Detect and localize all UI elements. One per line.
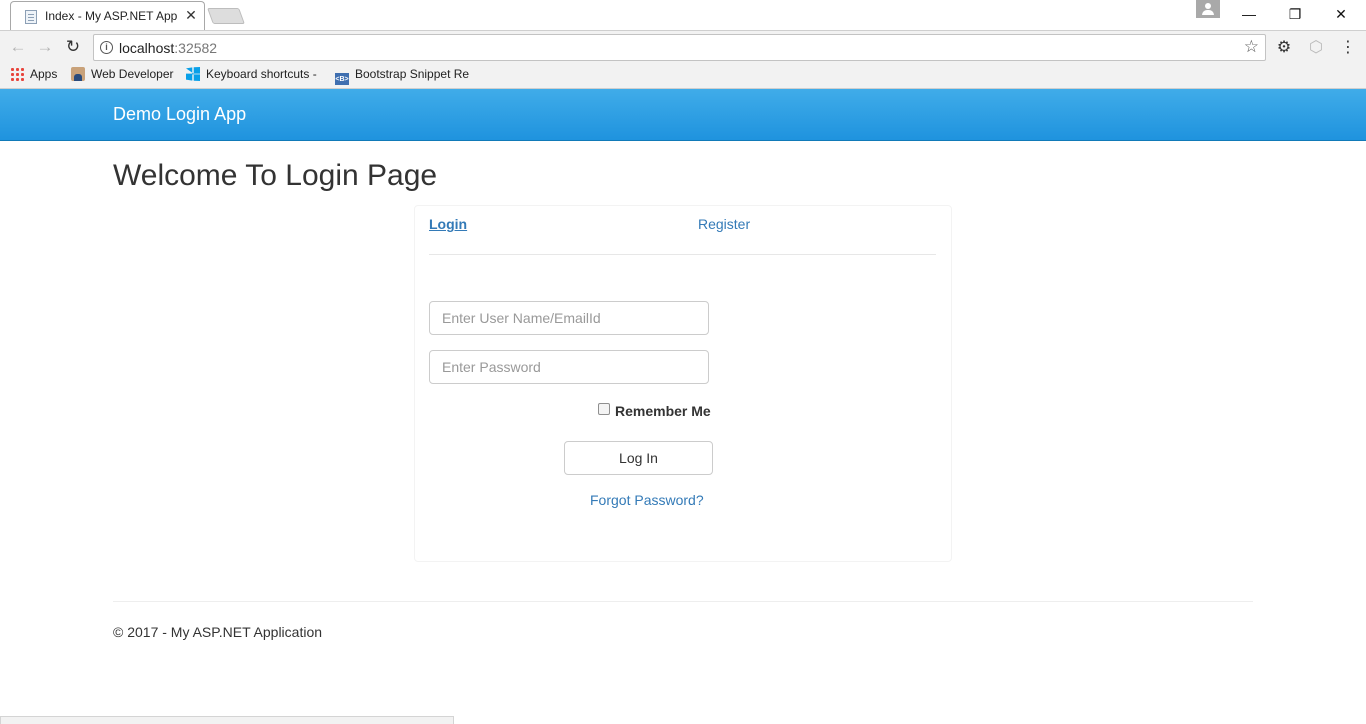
restore-button[interactable]: ❐	[1272, 0, 1318, 28]
address-bar[interactable]: i localhost:32582 ☆	[93, 34, 1266, 61]
bookmark-star-icon[interactable]: ☆	[1244, 37, 1259, 57]
bootstrap-icon: <B>	[335, 73, 349, 85]
minimize-button[interactable]: —	[1226, 0, 1272, 28]
login-button[interactable]: Log In	[564, 441, 713, 475]
bookmark-web-developer[interactable]: Web Developer	[71, 67, 174, 85]
settings-gear-icon[interactable]: ⚙	[1274, 38, 1294, 58]
browser-tab[interactable]: Index - My ASP.NET Appl ✕	[10, 1, 205, 30]
back-arrow-icon[interactable]: ←	[8, 37, 28, 57]
site-navbar: Demo Login App	[0, 89, 1366, 141]
tab-title: Index - My ASP.NET Appl	[45, 9, 177, 23]
extension-icon[interactable]: ⬡	[1306, 38, 1326, 58]
forward-arrow-icon[interactable]: →	[35, 37, 55, 57]
browser-toolbar: ← → ↻ i localhost:32582 ☆ ⚙ ⬡ ⋮	[0, 30, 1366, 63]
url-text: localhost:32582	[119, 40, 218, 56]
tab-close-icon[interactable]: ✕	[183, 7, 199, 23]
navbar-brand[interactable]: Demo Login App	[113, 104, 246, 125]
tab-divider	[429, 254, 936, 255]
web-developer-icon	[71, 67, 85, 81]
bookmark-apps[interactable]: Apps	[10, 67, 57, 85]
footer-copyright: © 2017 - My ASP.NET Application	[113, 624, 323, 640]
remember-me-checkbox[interactable]	[598, 403, 610, 415]
browser-status-bar	[0, 716, 454, 724]
remember-me-label: Remember Me	[615, 403, 711, 419]
tab-login[interactable]: Login	[429, 216, 467, 232]
footer-divider	[113, 601, 1253, 602]
page-favicon-icon	[25, 10, 37, 24]
site-info-icon[interactable]: i	[100, 41, 113, 54]
tab-register[interactable]: Register	[698, 216, 750, 232]
username-input[interactable]	[429, 301, 709, 335]
forgot-password-link[interactable]: Forgot Password?	[590, 492, 704, 508]
new-tab-button[interactable]	[207, 8, 245, 24]
menu-kebab-icon[interactable]: ⋮	[1338, 38, 1358, 58]
reload-icon[interactable]: ↻	[63, 37, 83, 57]
close-window-button[interactable]: ✕	[1318, 0, 1364, 28]
page-title: Welcome To Login Page	[113, 159, 438, 192]
apps-grid-icon	[10, 67, 24, 81]
profile-icon[interactable]	[1196, 0, 1220, 18]
password-input[interactable]	[429, 350, 709, 384]
bookmark-bootstrap-snippet[interactable]: <B> Bootstrap Snippet Re	[335, 67, 471, 85]
bookmark-keyboard-shortcuts[interactable]: Keyboard shortcuts -	[186, 67, 318, 85]
bookmarks-bar: Apps Web Developer Keyboard shortcuts - …	[0, 63, 1366, 89]
browser-tab-strip: Index - My ASP.NET Appl ✕ — ❐ ✕	[0, 0, 1366, 30]
windows-icon	[186, 67, 200, 81]
